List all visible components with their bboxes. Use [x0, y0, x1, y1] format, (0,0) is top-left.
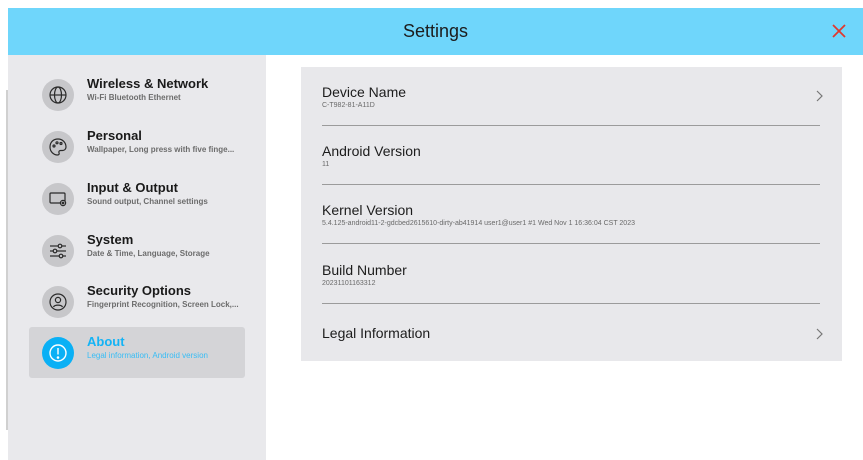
sidebar: Wireless & Network Wi-Fi Bluetooth Ether…	[8, 55, 266, 460]
user-lock-icon	[42, 286, 74, 318]
row-title: Kernel Version	[322, 202, 414, 218]
info-icon	[42, 337, 74, 369]
row-value: 11	[322, 161, 330, 168]
sliders-icon	[42, 235, 74, 267]
row-value: 20231101163312	[322, 280, 376, 287]
close-button[interactable]	[829, 21, 849, 41]
chevron-right-icon	[816, 328, 823, 340]
row-value: 5.4.125-android11-2-gdcbed2615610-dirty-…	[322, 220, 635, 227]
legal-information-row[interactable]: Legal Information	[322, 304, 823, 363]
kernel-version-row: Kernel Version 5.4.125-android11-2-gdcbe…	[322, 185, 820, 244]
sidebar-item-input-output[interactable]: Input & Output Sound output, Channel set…	[29, 173, 245, 224]
sidebar-item-subtitle: Date & Time, Language, Storage	[87, 249, 210, 258]
sidebar-item-about[interactable]: About Legal information, Android version	[29, 327, 245, 378]
title-bar: Settings	[8, 8, 863, 55]
device-name-row[interactable]: Device Name C-T982-81-A11D	[322, 67, 823, 126]
android-version-row: Android Version 11	[322, 126, 820, 185]
build-number-row: Build Number 20231101163312	[322, 245, 820, 304]
sidebar-item-subtitle: Fingerprint Recognition, Screen Lock,...	[87, 300, 239, 309]
palette-icon	[42, 131, 74, 163]
sidebar-item-label: Personal	[87, 128, 142, 143]
chevron-right-icon	[816, 90, 823, 102]
sidebar-item-subtitle: Legal information, Android version	[87, 351, 208, 360]
sidebar-item-personal[interactable]: Personal Wallpaper, Long press with five…	[29, 121, 245, 172]
sidebar-item-subtitle: Sound output, Channel settings	[87, 197, 208, 206]
close-icon	[832, 24, 846, 38]
sidebar-item-system[interactable]: System Date & Time, Language, Storage	[29, 225, 245, 276]
sidebar-item-subtitle: Wi-Fi Bluetooth Ethernet	[87, 93, 181, 102]
monitor-gear-icon	[42, 183, 74, 215]
sidebar-item-label: System	[87, 232, 134, 247]
sidebar-item-label: Input & Output	[87, 180, 178, 195]
row-title: Legal Information	[322, 325, 431, 341]
row-title: Android Version	[322, 143, 421, 159]
globe-icon	[42, 79, 74, 111]
sidebar-item-security-options[interactable]: Security Options Fingerprint Recognition…	[29, 276, 245, 327]
divider	[322, 243, 820, 244]
row-value: C-T982-81-A11D	[322, 102, 375, 109]
sidebar-item-subtitle: Wallpaper, Long press with five finge...	[87, 145, 235, 154]
sidebar-item-label: Wireless & Network	[87, 76, 209, 91]
page-title: Settings	[402, 21, 469, 41]
row-title: Device Name	[322, 84, 407, 100]
sidebar-item-label: About	[87, 334, 125, 349]
sidebar-item-label: Security Options	[87, 283, 192, 298]
sidebar-item-wireless-network[interactable]: Wireless & Network Wi-Fi Bluetooth Ether…	[29, 69, 245, 120]
about-panel: Device Name C-T982-81-A11D Android Versi…	[301, 67, 842, 361]
row-title: Build Number	[322, 262, 407, 278]
